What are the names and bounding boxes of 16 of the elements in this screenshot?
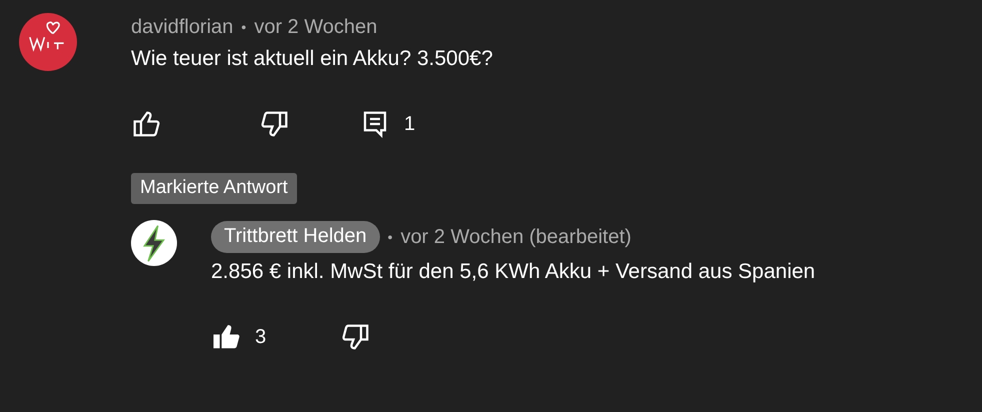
separator-dot: • xyxy=(241,19,246,35)
comment-text: Wie teuer ist aktuell ein Akku? 3.500€? xyxy=(131,47,493,71)
avatar-icon[interactable] xyxy=(131,220,177,266)
replies-button[interactable]: 1 xyxy=(360,109,440,139)
thumbs-down-icon xyxy=(260,109,290,139)
thumbs-up-icon xyxy=(131,109,161,139)
separator-dot: • xyxy=(388,229,393,245)
thumbs-down-icon xyxy=(341,322,371,352)
like-button[interactable]: 3 xyxy=(211,322,341,352)
comment-time: vor 2 Wochen (bearbeitet) xyxy=(400,226,632,248)
avatar-icon[interactable] xyxy=(19,13,77,71)
comment-time: vor 2 Wochen xyxy=(254,16,378,38)
marked-reply-badge: Markierte Antwort xyxy=(131,173,297,204)
comment-text: 2.856 € inkl. MwSt für den 5,6 KWh Akku + Versand aus Spanien xyxy=(211,260,816,284)
author-name[interactable]: davidflorian xyxy=(131,16,234,38)
author-name[interactable]: Trittbrett Helden xyxy=(211,221,380,253)
